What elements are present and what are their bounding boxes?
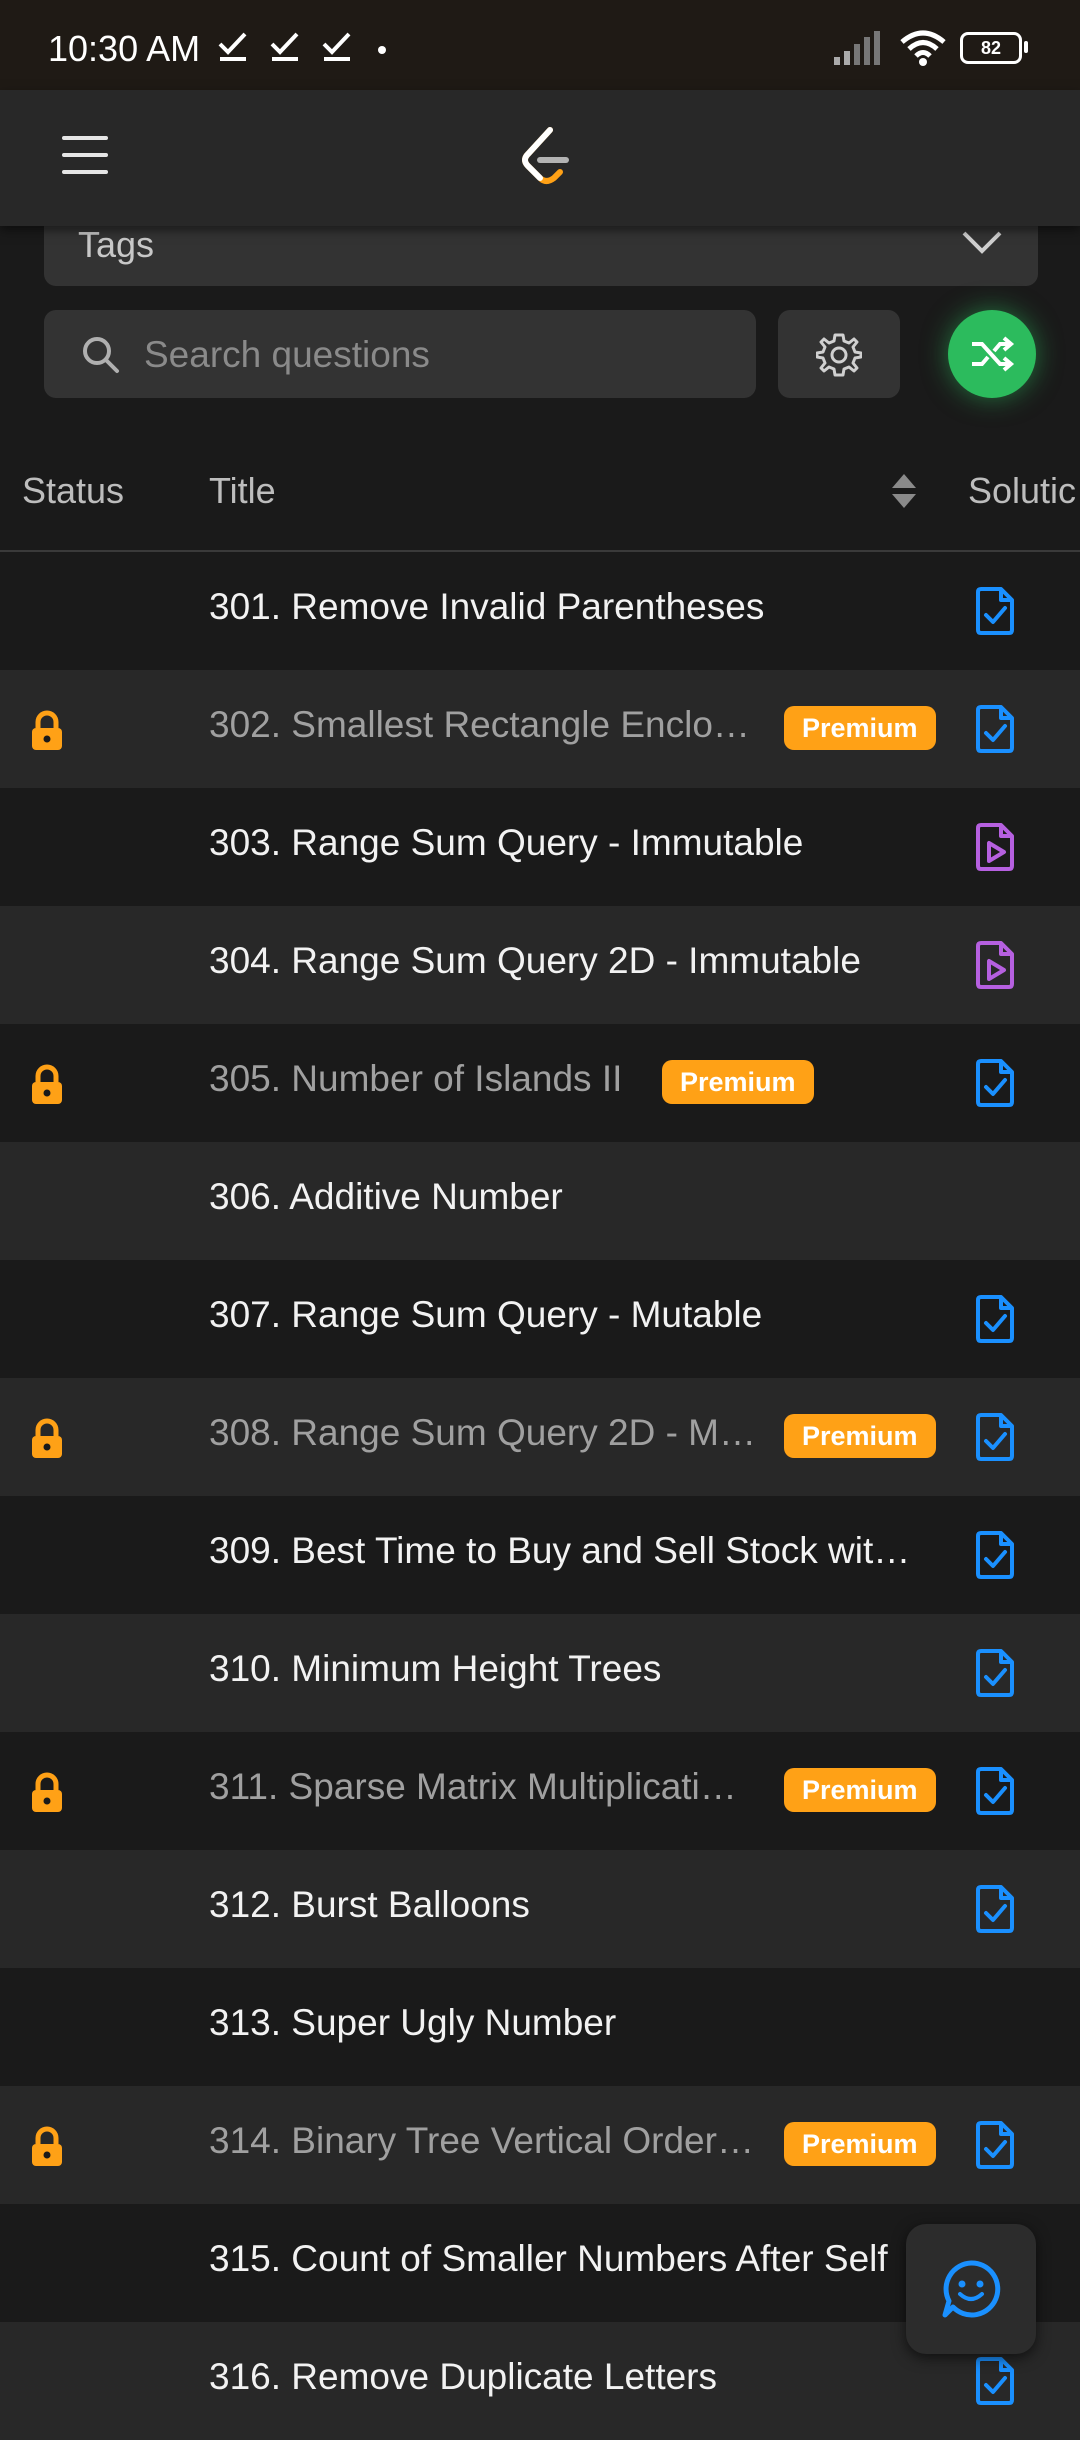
settings-button[interactable] bbox=[778, 310, 900, 398]
lock-icon bbox=[32, 1772, 62, 1812]
hamburger-menu-icon[interactable] bbox=[62, 136, 108, 180]
check-notification-icon bbox=[270, 32, 299, 61]
check-document-icon[interactable] bbox=[974, 2120, 1016, 2170]
premium-badge: Premium bbox=[784, 706, 936, 750]
system-icons: 82 bbox=[834, 30, 1028, 66]
question-title[interactable]: 309. Best Time to Buy and Sell Stock wit… bbox=[209, 1530, 910, 1572]
notification-icons bbox=[218, 30, 352, 62]
status-time: 10:30 AM bbox=[48, 28, 201, 69]
search-bar bbox=[44, 310, 756, 400]
question-row[interactable]: 313. Super Ugly Number bbox=[0, 1968, 1080, 2086]
app-header bbox=[0, 90, 1080, 226]
question-title[interactable]: 306. Additive Number bbox=[209, 1176, 563, 1218]
check-document-icon[interactable] bbox=[974, 1058, 1016, 1108]
check-document-icon[interactable] bbox=[974, 586, 1016, 636]
question-title[interactable]: 312. Burst Balloons bbox=[209, 1884, 530, 1926]
more-notifications-dot bbox=[378, 46, 386, 54]
question-title[interactable]: 304. Range Sum Query 2D - Immutable bbox=[209, 940, 861, 982]
question-row[interactable]: 301. Remove Invalid Parentheses bbox=[0, 552, 1080, 670]
tags-label: Tags bbox=[78, 224, 155, 265]
question-list: 301. Remove Invalid Parentheses 302. Smal… bbox=[0, 552, 1080, 2440]
chevron-down-icon bbox=[962, 231, 1002, 254]
status-column-header: Status bbox=[22, 470, 125, 511]
question-row[interactable]: 314. Binary Tree Vertical Order… Premium bbox=[0, 2086, 1080, 2204]
question-title[interactable]: 310. Minimum Height Trees bbox=[209, 1648, 661, 1690]
question-row[interactable]: 311. Sparse Matrix Multiplicati… Premium bbox=[0, 1732, 1080, 1850]
gear-icon bbox=[816, 333, 862, 377]
premium-badge: Premium bbox=[784, 1414, 936, 1458]
solution-column-header[interactable]: Solutic bbox=[968, 470, 1076, 512]
check-document-icon[interactable] bbox=[974, 2356, 1016, 2406]
lock-icon bbox=[32, 1064, 62, 1104]
question-title[interactable]: 305. Number of Islands II bbox=[209, 1058, 622, 1100]
question-row[interactable]: 307. Range Sum Query - Mutable bbox=[0, 1260, 1080, 1378]
question-title[interactable]: 303. Range Sum Query - Immutable bbox=[209, 822, 803, 864]
search-icon bbox=[83, 337, 119, 373]
question-title[interactable]: 302. Smallest Rectangle Enclo… bbox=[209, 704, 750, 746]
question-title[interactable]: 311. Sparse Matrix Multiplicati… bbox=[209, 1766, 737, 1808]
question-title[interactable]: 314. Binary Tree Vertical Order… bbox=[209, 2120, 754, 2162]
leetcode-logo[interactable] bbox=[514, 126, 574, 190]
wifi-icon bbox=[900, 30, 946, 66]
check-document-icon[interactable] bbox=[974, 1294, 1016, 1344]
check-document-icon[interactable] bbox=[974, 1884, 1016, 1934]
question-title[interactable]: 301. Remove Invalid Parentheses bbox=[209, 586, 764, 628]
play-document-icon[interactable] bbox=[974, 822, 1016, 872]
question-row[interactable]: 302. Smallest Rectangle Enclo… Premium bbox=[0, 670, 1080, 788]
sort-icon[interactable] bbox=[890, 472, 918, 510]
question-title[interactable]: 315. Count of Smaller Numbers After Self bbox=[209, 2238, 888, 2280]
premium-badge: Premium bbox=[662, 1060, 814, 1104]
status-bar: 10:30 AM 82 bbox=[0, 0, 1080, 90]
check-notification-icon bbox=[322, 32, 351, 61]
shuffle-button[interactable] bbox=[948, 310, 1036, 398]
smiley-chat-icon bbox=[942, 2260, 1001, 2318]
question-row[interactable]: 306. Additive Number bbox=[0, 1142, 1080, 1260]
signal-icon bbox=[834, 31, 880, 65]
search-input[interactable] bbox=[142, 310, 726, 400]
lock-icon bbox=[32, 710, 62, 750]
check-document-icon[interactable] bbox=[974, 1412, 1016, 1462]
question-title[interactable]: 313. Super Ugly Number bbox=[209, 2002, 616, 2044]
premium-badge: Premium bbox=[784, 1768, 936, 1812]
check-notification-icon bbox=[218, 32, 247, 61]
check-document-icon[interactable] bbox=[974, 1648, 1016, 1698]
check-document-icon[interactable] bbox=[974, 1766, 1016, 1816]
table-header: Status Title Solutic bbox=[0, 440, 1080, 552]
question-title[interactable]: 308. Range Sum Query 2D - M… bbox=[209, 1412, 756, 1454]
question-title[interactable]: 307. Range Sum Query - Mutable bbox=[209, 1294, 762, 1336]
check-document-icon[interactable] bbox=[974, 704, 1016, 754]
feedback-button[interactable] bbox=[906, 2224, 1036, 2354]
premium-badge: Premium bbox=[784, 2122, 936, 2166]
title-column-header[interactable]: Title bbox=[209, 470, 276, 512]
shuffle-icon bbox=[972, 336, 1015, 372]
question-title[interactable]: 316. Remove Duplicate Letters bbox=[209, 2356, 717, 2398]
question-row[interactable]: 303. Range Sum Query - Immutable bbox=[0, 788, 1080, 906]
question-row[interactable]: 304. Range Sum Query 2D - Immutable bbox=[0, 906, 1080, 1024]
check-document-icon[interactable] bbox=[974, 1530, 1016, 1580]
question-row[interactable]: 310. Minimum Height Trees bbox=[0, 1614, 1080, 1732]
question-row[interactable]: 308. Range Sum Query 2D - M… Premium bbox=[0, 1378, 1080, 1496]
play-document-icon[interactable] bbox=[974, 940, 1016, 990]
battery-indicator: 82 bbox=[960, 32, 1028, 64]
question-row[interactable]: 309. Best Time to Buy and Sell Stock wit… bbox=[0, 1496, 1080, 1614]
lock-icon bbox=[32, 2126, 62, 2166]
question-row[interactable]: 305. Number of Islands II Premium bbox=[0, 1024, 1080, 1142]
lock-icon bbox=[32, 1418, 62, 1458]
question-row[interactable]: 312. Burst Balloons bbox=[0, 1850, 1080, 1968]
